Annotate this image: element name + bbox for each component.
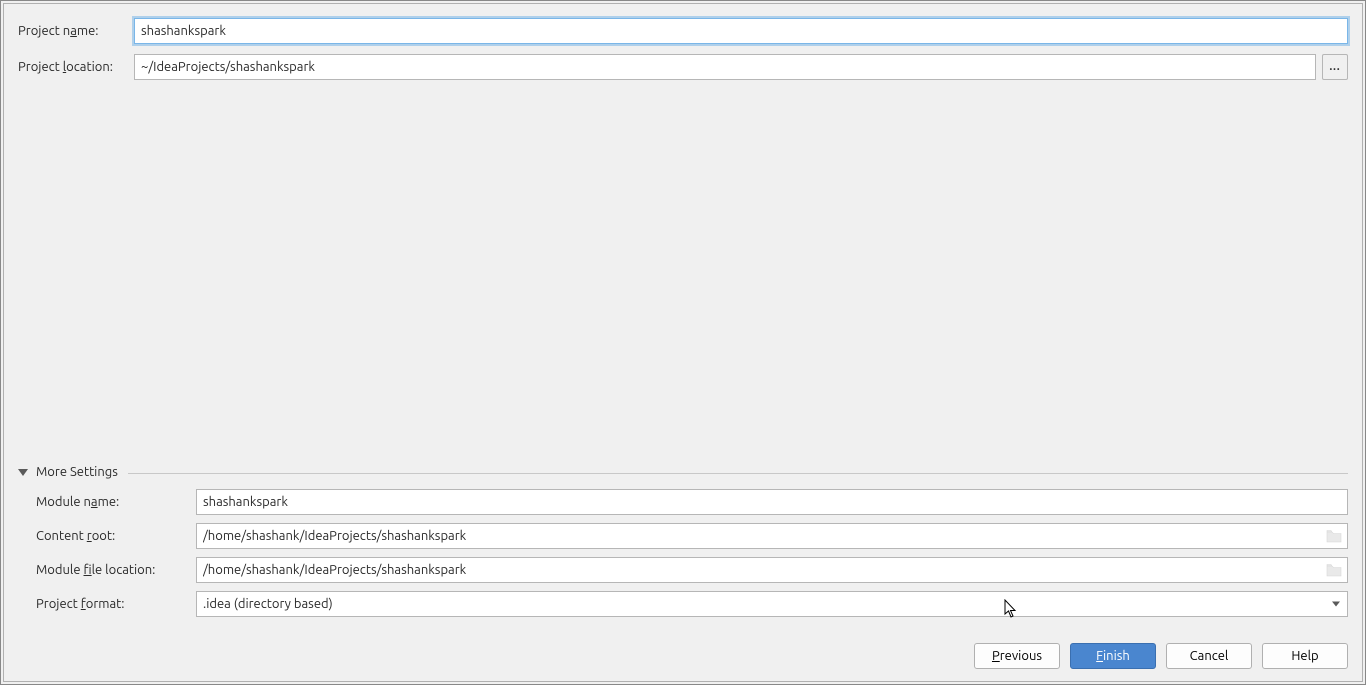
project-format-select-wrap[interactable] bbox=[196, 591, 1348, 617]
more-settings-title: More Settings bbox=[36, 465, 118, 479]
module-file-location-row: Module file location: bbox=[36, 557, 1348, 583]
project-name-input[interactable] bbox=[134, 18, 1348, 44]
ellipsis-icon: ... bbox=[1329, 61, 1340, 73]
module-name-input[interactable] bbox=[196, 489, 1348, 515]
content-root-input[interactable] bbox=[196, 523, 1348, 549]
more-settings-block: Module name: Content root: bbox=[18, 489, 1348, 631]
dialog-inner: Project name: Project location: ... More… bbox=[3, 3, 1363, 682]
module-name-label: Module name: bbox=[36, 495, 196, 509]
previous-button[interactable]: Previous bbox=[974, 643, 1060, 669]
module-name-row: Module name: bbox=[36, 489, 1348, 515]
expand-collapse-icon bbox=[18, 469, 28, 476]
project-name-row: Project name: bbox=[18, 18, 1348, 44]
project-format-select[interactable] bbox=[196, 591, 1348, 617]
project-name-label: Project name: bbox=[18, 24, 134, 38]
project-location-row: Project location: ... bbox=[18, 54, 1348, 80]
finish-button[interactable]: Finish bbox=[1070, 643, 1156, 669]
module-file-location-input[interactable] bbox=[196, 557, 1348, 583]
help-button[interactable]: Help bbox=[1262, 643, 1348, 669]
module-file-location-wrap bbox=[196, 557, 1348, 583]
project-format-row: Project format: bbox=[36, 591, 1348, 617]
project-format-label: Project format: bbox=[36, 597, 196, 611]
content-root-label: Content root: bbox=[36, 529, 196, 543]
content-root-row: Content root: bbox=[36, 523, 1348, 549]
module-file-location-label: Module file location: bbox=[36, 563, 196, 577]
project-name-field-wrap bbox=[134, 18, 1348, 44]
content-root-wrap bbox=[196, 523, 1348, 549]
button-bar: Previous Finish Cancel Help bbox=[4, 631, 1362, 681]
cancel-button[interactable]: Cancel bbox=[1166, 643, 1252, 669]
vertical-spacer bbox=[18, 90, 1348, 465]
dialog-content: Project name: Project location: ... More… bbox=[4, 4, 1362, 631]
project-location-label: Project location: bbox=[18, 60, 134, 74]
section-rule bbox=[128, 473, 1348, 474]
more-settings-header[interactable]: More Settings bbox=[18, 465, 1348, 479]
new-project-dialog: Project name: Project location: ... More… bbox=[0, 0, 1366, 685]
browse-location-button[interactable]: ... bbox=[1322, 54, 1348, 80]
project-location-input[interactable] bbox=[134, 54, 1316, 80]
